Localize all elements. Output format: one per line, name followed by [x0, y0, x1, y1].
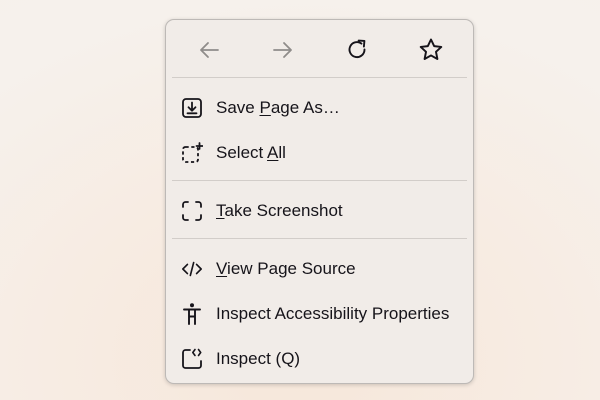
menu-item-inspect-accessibility[interactable]: Inspect Accessibility Properties [172, 294, 467, 334]
separator [172, 238, 467, 239]
menu-item-label: Inspect (Q) [216, 349, 301, 368]
back-button[interactable] [189, 32, 229, 68]
arrow-right-icon [273, 42, 292, 58]
reload-icon [348, 39, 366, 59]
separator [172, 180, 467, 181]
accessibility-icon [181, 303, 203, 325]
forward-button[interactable] [263, 32, 303, 68]
star-icon [419, 38, 443, 60]
code-icon [181, 258, 203, 280]
navigation-row [166, 20, 473, 78]
reload-button[interactable] [337, 32, 377, 68]
inspect-icon [181, 348, 203, 370]
menu-item-label: Select All [216, 143, 286, 162]
arrow-left-icon [200, 42, 219, 58]
menu-item-select-all[interactable]: Select All [172, 133, 467, 173]
screenshot-icon [181, 200, 203, 222]
menu-item-view-page-source[interactable]: View Page Source [172, 249, 467, 289]
menu-item-label: View Page Source [216, 259, 356, 278]
menu-item-label: Save Page As… [216, 98, 340, 117]
menu-item-take-screenshot[interactable]: Take Screenshot [172, 191, 467, 231]
bookmark-button[interactable] [411, 32, 451, 68]
select-all-icon [181, 142, 203, 164]
menu-item-label: Take Screenshot [216, 201, 343, 220]
menu-item-save-page-as[interactable]: Save Page As… [172, 88, 467, 128]
context-menu: Save Page As… Select All Take Screenshot… [165, 19, 474, 384]
separator [172, 77, 467, 78]
save-download-icon [181, 97, 203, 119]
menu-item-inspect[interactable]: Inspect (Q) [172, 339, 467, 379]
menu-item-label: Inspect Accessibility Properties [216, 304, 450, 323]
